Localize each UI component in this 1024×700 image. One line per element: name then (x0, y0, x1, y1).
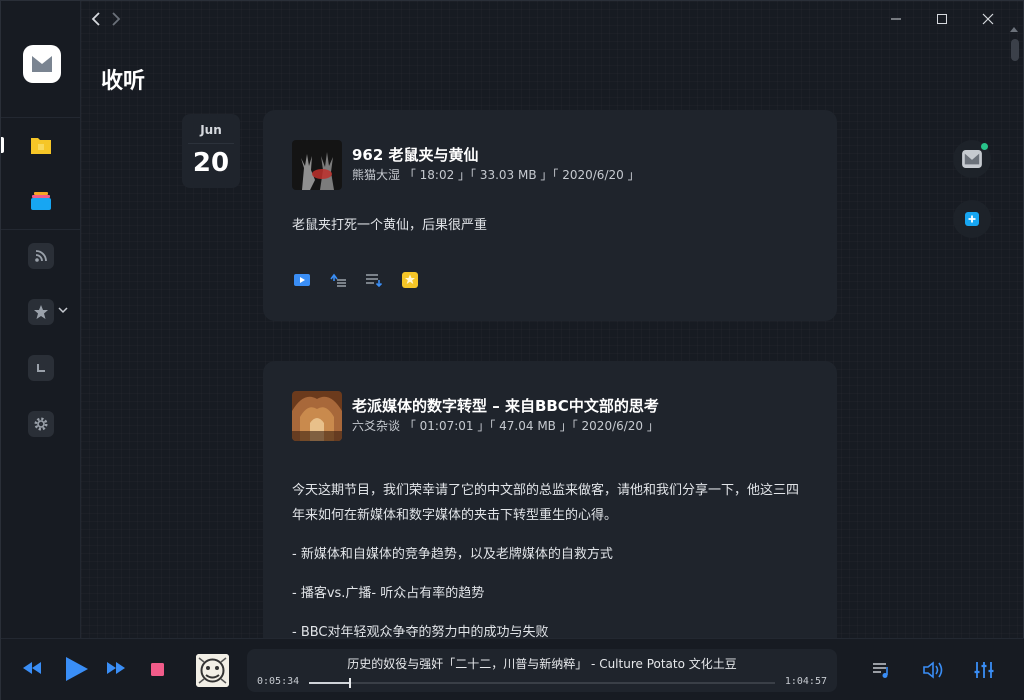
cover-art (196, 654, 229, 687)
history-navigation (91, 11, 121, 27)
sidebar-item-settings[interactable] (28, 411, 54, 437)
close-button[interactable] (965, 9, 1011, 29)
episode-title[interactable]: 962 老鼠夹与黄仙 (352, 144, 479, 165)
settings-icon (34, 417, 48, 431)
stack-icon (31, 192, 51, 210)
now-playing-title[interactable]: 历史的奴役与强奸「二十二，川普与新纳粹」 - Culture Potato 文化… (247, 655, 837, 672)
add-to-queue-icon (366, 274, 383, 288)
minimize-button[interactable] (873, 9, 919, 29)
play-icon (294, 274, 310, 286)
volume-icon (923, 661, 943, 679)
sidebar-item-favorites[interactable] (28, 299, 54, 325)
scroll-up-icon[interactable] (1010, 26, 1018, 32)
minimize-icon (891, 18, 901, 20)
online-indicator (981, 143, 988, 150)
rewind-button[interactable] (21, 660, 43, 676)
favorite-button[interactable] (401, 271, 419, 289)
history-icon (37, 364, 45, 372)
add-subscription-button[interactable] (953, 200, 991, 238)
episode-card[interactable]: 老派媒体的数字转型 – 来自BBC中文部的思考 六爻杂谈 「 01:07:01 … (263, 361, 837, 651)
episode-title[interactable]: 老派媒体的数字转型 – 来自BBC中文部的思考 (352, 395, 659, 416)
now-playing-cover[interactable] (196, 654, 229, 687)
description-paragraph: 老鼠夹打死一个黄仙，后果很严重 (292, 218, 488, 233)
star-icon (34, 305, 48, 319)
player-bar: 历史的奴役与强奸「二十二，川普与新纳粹」 - Culture Potato 文化… (1, 638, 1024, 700)
forward-arrow-icon[interactable] (111, 11, 121, 27)
rss-icon (35, 250, 47, 262)
sidebar-item-rss[interactable] (28, 243, 54, 269)
sidebar-item-subscriptions[interactable] (28, 132, 54, 158)
app-window: 收听 Jun 20 962 老鼠夹与黄仙 熊猫大湿 「 18:02 」「 33.… (0, 0, 1024, 700)
progress-bar[interactable] (309, 678, 775, 688)
fast-forward-button[interactable] (105, 660, 127, 676)
description-paragraph: 今天这期节目，我们荣幸请了它的中文部的总监来做客，请他和我们分享一下，他这三四年… (292, 483, 800, 523)
episode-card[interactable]: 962 老鼠夹与黄仙 熊猫大湿 「 18:02 」「 33.03 MB 」「 2… (263, 110, 837, 321)
chevron-down-icon[interactable] (58, 305, 68, 315)
favorite-icon (402, 272, 418, 288)
sidebar (1, 1, 81, 638)
play-next-button[interactable] (329, 271, 347, 289)
play-button[interactable] (293, 271, 311, 289)
equalizer-icon (974, 662, 994, 678)
elapsed-time: 0:05:34 (257, 676, 300, 687)
logo-icon (32, 56, 52, 72)
avatar-icon (962, 150, 982, 168)
cover-art (292, 140, 342, 190)
window-controls (873, 9, 1011, 29)
close-icon (982, 13, 994, 25)
add-to-queue-button[interactable] (365, 271, 383, 289)
add-icon (965, 212, 979, 226)
account-button[interactable] (953, 140, 991, 178)
date-month: Jun (200, 123, 222, 137)
play-icon (66, 657, 88, 681)
page-title: 收听 (101, 69, 146, 94)
date-day: 20 (188, 143, 234, 178)
stop-icon (151, 663, 164, 676)
active-indicator (1, 137, 4, 153)
back-arrow-icon[interactable] (91, 11, 101, 27)
fast-forward-icon (107, 662, 125, 674)
description-paragraph: - 新媒体和自媒体的竞争趋势，以及老牌媒体的自救方式 (292, 547, 613, 562)
rewind-icon (23, 662, 41, 674)
play-pause-button[interactable] (63, 656, 89, 682)
episode-meta: 熊猫大湿 「 18:02 」「 33.03 MB 」「 2020/6/20 」 (352, 168, 640, 182)
now-playing-panel: 历史的奴役与强奸「二十二，川普与新纳粹」 - Culture Potato 文化… (247, 649, 837, 692)
playlist-icon (873, 663, 888, 678)
episode-description: 今天这期节目，我们荣幸请了它的中文部的总监来做客，请他和我们分享一下，他这三四年… (292, 478, 808, 651)
episode-description: 老鼠夹打死一个黄仙，后果很严重 (292, 213, 808, 252)
episode-actions (293, 271, 419, 289)
playlist-button[interactable] (872, 661, 892, 679)
description-paragraph: - 播客vs.广播- 听众占有率的趋势 (292, 586, 485, 601)
stop-button[interactable] (151, 663, 164, 676)
sidebar-item-library[interactable] (28, 188, 54, 214)
folder-icon (31, 138, 51, 154)
date-badge: Jun 20 (182, 114, 240, 188)
scrollbar-thumb[interactable] (1011, 39, 1019, 61)
volume-button[interactable] (922, 660, 946, 680)
episode-meta: 六爻杂谈 「 01:07:01 」「 47.04 MB 」「 2020/6/20… (352, 419, 659, 433)
equalizer-button[interactable] (974, 660, 994, 680)
episode-cover[interactable] (292, 391, 342, 441)
total-time: 1:04:57 (784, 676, 827, 687)
progress-handle[interactable] (349, 678, 352, 688)
sidebar-divider (1, 229, 81, 230)
app-logo[interactable] (23, 45, 61, 83)
episode-cover[interactable] (292, 140, 342, 190)
sidebar-item-history[interactable] (28, 355, 54, 381)
maximize-button[interactable] (919, 9, 965, 29)
cover-art (292, 391, 342, 441)
maximize-icon (937, 14, 947, 24)
play-next-icon (330, 273, 346, 287)
sidebar-divider (1, 117, 81, 118)
progress-fill (309, 682, 350, 684)
